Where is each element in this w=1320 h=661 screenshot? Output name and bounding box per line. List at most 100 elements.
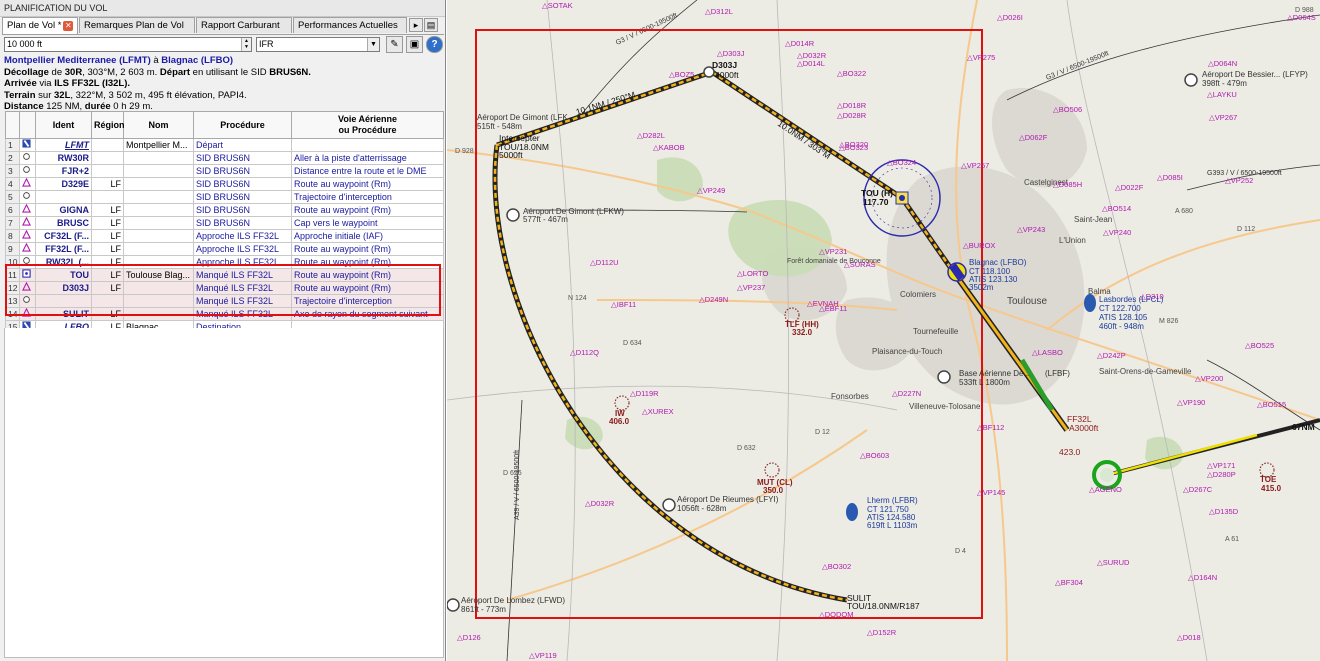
road-label: A 680 (1175, 208, 1193, 215)
col-region[interactable]: Région (91, 111, 125, 139)
airport-label: ATIS 128.105 (1099, 313, 1148, 322)
cell-procedure: SID BRUS6N (193, 177, 292, 191)
cell-procedure: SID BRUS6N (193, 203, 292, 217)
cell-airway: Distance entre la route et le DME (291, 164, 444, 178)
map-view[interactable]: G3 / V / 6500-19500ft G3 / V / 6500-1950… (447, 0, 1320, 661)
wp-alt-label: 4000ft (715, 70, 739, 80)
tab-list-icon[interactable]: ▤ (424, 18, 438, 32)
help-icon[interactable]: ? (426, 36, 443, 53)
cell-airway: Approche initiale (IAF) (291, 229, 444, 243)
table-row[interactable]: 1 LFMT Montpellier M... Départ (5, 138, 444, 152)
waypoint-label: △SOTAK (542, 1, 573, 10)
road-label: A 61 (1225, 536, 1239, 543)
ndb-freq: 406.0 (609, 417, 630, 426)
col-ident[interactable]: Ident (35, 111, 92, 139)
road-label: N 124 (568, 295, 587, 302)
airport-label: 460ft - 948m (1099, 322, 1144, 331)
airport-label: 3502m (969, 283, 994, 292)
airfield-label: Base Aérienne De... (959, 369, 1030, 378)
waypoint-label: △VP252 (1225, 176, 1253, 185)
cell-name (123, 216, 194, 230)
cell-procedure: Approche ILS FF32L (193, 229, 292, 243)
edit-icon[interactable]: ✎ (386, 36, 403, 53)
table-row[interactable]: 4 D329E LF SID BRUS6N Route au waypoint (Rm) (5, 177, 444, 191)
waypoint-label: △VP119 (529, 651, 557, 660)
circle-waypoint-icon (19, 151, 36, 165)
circle-waypoint-icon (19, 190, 36, 204)
altitude-spinner[interactable]: ▲ ▼ (241, 38, 251, 51)
waypoint-label: △VP200 (1195, 374, 1223, 383)
cell-ident: FF32L (F... (35, 242, 92, 256)
col-airway[interactable]: Voie Aérienne ou Procédure (291, 111, 444, 139)
road-label: D 12 (815, 429, 830, 436)
flight-rules-select[interactable]: IFR ▼ (256, 37, 380, 52)
table-row[interactable]: 8 CF32L (F... LF Approche ILS FF32L Approche… (5, 229, 444, 243)
waypoint-label: △D085I (1157, 173, 1183, 182)
row-number: 1 (5, 138, 20, 152)
waypoint-label: △D064N (1208, 59, 1237, 68)
cell-procedure: SID BRUS6N (193, 216, 292, 230)
triangle-waypoint-icon (19, 242, 36, 256)
tab-flight-plan-remarks[interactable]: Remarques Plan de Vol (79, 17, 195, 33)
waypoint-label: △AGENO (1089, 485, 1122, 494)
airfield-label: 861ft - 773m (461, 605, 506, 614)
waypoint-label: △VP243 (1017, 225, 1045, 234)
wp-label: TOU/18.0NM/R187 (847, 601, 920, 611)
waypoint-label: △D267C (1183, 485, 1213, 494)
airport-lfbo-symbol (947, 262, 967, 282)
waypoint-label: △D112Q (570, 348, 599, 357)
selection-highlight (5, 264, 441, 316)
waypoint-label: △BF304 (1055, 578, 1083, 587)
waypoint-label: △BF112 (977, 423, 1004, 432)
table-row[interactable]: 3 FJR+2 SID BRUS6N Distance entre la route … (5, 164, 444, 178)
table-row[interactable]: 6 GIGNA LF SID BRUS6N Route au waypoint (Rm) (5, 203, 444, 217)
triangle-waypoint-icon (19, 203, 36, 217)
flight-rules-value: IFR (259, 39, 274, 49)
waypoint-label: △D152R (867, 628, 897, 637)
panel-title: PLANIFICATION DU VOL (0, 0, 445, 17)
waypoint-label: △VP145 (977, 488, 1005, 497)
col-icon[interactable] (19, 111, 36, 139)
tab-scroll-icon[interactable]: ▸ (409, 18, 423, 32)
road-label: D 634 (623, 340, 642, 347)
plan-tools-icon[interactable]: ▣ (406, 36, 423, 53)
airway-label: A39 / V / 6500-19500ft (514, 450, 521, 520)
waypoint-label: △D022F (1115, 183, 1144, 192)
town-label: L'Union (1059, 236, 1086, 245)
cell-procedure: SID BRUS6N (193, 190, 292, 204)
airport-label: 619ft L 1103m (867, 521, 918, 530)
intercept-label: 5000ft (499, 150, 523, 160)
ndb-freq: 350.0 (763, 486, 784, 495)
row-number: 4 (5, 177, 20, 191)
close-icon[interactable]: ✕ (63, 21, 74, 31)
toolbar: 10 000 ft ▲ ▼ IFR ▼ ✎ ▣ ? (2, 36, 444, 54)
table-row[interactable]: 2 RW30R SID BRUS6N Aller à la piste d'atter… (5, 151, 444, 165)
town-label: Villeneuve-Tolosane (909, 402, 981, 411)
cell-airway: Route au waypoint (Rm) (291, 242, 444, 256)
cell-name (123, 164, 194, 178)
waypoint-label: △KABOB (653, 143, 685, 152)
table-row[interactable]: 5 SID BRUS6N Trajectoire d'interception (5, 190, 444, 204)
waypoint-label: △VP190 (1177, 398, 1205, 407)
airport-label: Blagnac (LFBO) (969, 258, 1027, 267)
cell-name (123, 151, 194, 165)
table-row[interactable]: 7 BRUSC LF SID BRUS6N Cap vers le waypoint (5, 216, 444, 230)
waypoint-label: △BOZ5 (669, 70, 694, 79)
table-row[interactable]: 9 FF32L (F... LF Approche ILS FF32L Route au… (5, 242, 444, 256)
chevron-down-icon[interactable]: ▼ (367, 38, 379, 51)
tab-fuel-report[interactable]: Rapport Carburant (196, 17, 292, 33)
flight-planning-panel: PLANIFICATION DU VOL Plan de Vol * ✕ Rema… (0, 0, 446, 661)
waypoint-label: △D282L (637, 131, 665, 140)
waypoint-label: △D242P (1097, 351, 1126, 360)
col-procedure[interactable]: Procédure (193, 111, 292, 139)
cell-airway (291, 138, 444, 152)
triangle-waypoint-icon (19, 216, 36, 230)
tab-flight-plan[interactable]: Plan de Vol * ✕ (2, 17, 78, 34)
wp-label: A3000ft (1069, 423, 1099, 433)
altitude-input[interactable]: 10 000 ft ▲ ▼ (4, 37, 252, 52)
waypoint-label: △SURUD (1097, 558, 1130, 567)
tab-current-performance[interactable]: Performances Actuelles (293, 17, 407, 33)
road-label: D 112 (1237, 226, 1255, 233)
col-number[interactable] (5, 111, 20, 139)
col-name[interactable]: Nom (123, 111, 194, 139)
